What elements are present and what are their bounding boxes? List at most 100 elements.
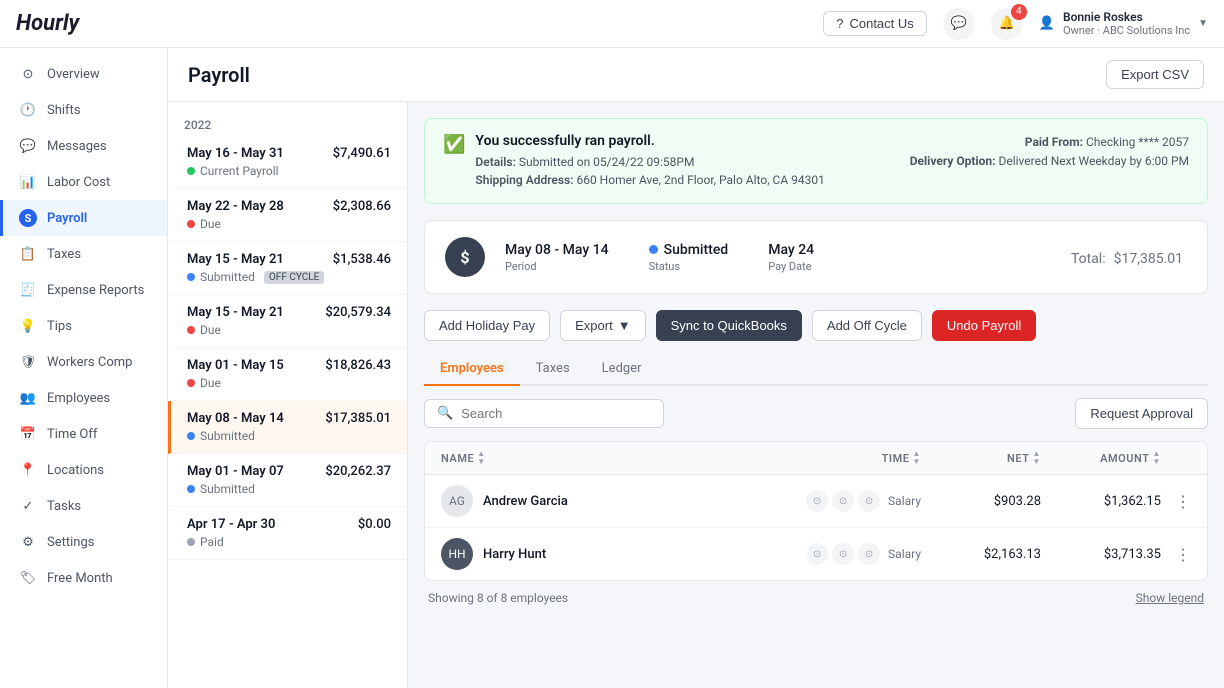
chevron-down-icon: ▼ [1198,18,1208,29]
search-wrap[interactable]: 🔍 [424,399,664,428]
show-legend-link[interactable]: Show legend [1136,591,1204,605]
sidebar-item-time-off[interactable]: 📅 Time Off [0,416,167,452]
sidebar-item-settings[interactable]: ⚙ Settings [0,524,167,560]
payroll-item[interactable]: May 15 - May 21 $20,579.34 Due [168,295,407,348]
sidebar-item-taxes[interactable]: 📋 Taxes [0,236,167,272]
nav-right: ? Contact Us 💬 🔔 4 👤 Bonnie Roskes Owner… [823,8,1208,40]
sidebar-item-tasks[interactable]: ✓ Tasks [0,488,167,524]
payroll-item[interactable]: May 01 - May 07 $20,262.37 Submitted [168,454,407,507]
export-button[interactable]: Export ▼ [560,310,645,341]
sidebar-item-labor-cost[interactable]: 📊 Labor Cost [0,164,167,200]
table-footer: Showing 8 of 8 employees Show legend [424,581,1208,615]
chat-icon: 💬 [951,16,967,31]
payroll-item[interactable]: May 15 - May 21 $1,538.46 Submitted OFF … [168,242,407,295]
success-content: You successfully ran payroll. Details: S… [475,133,824,189]
export-csv-button[interactable]: Export CSV [1106,60,1204,89]
tab-ledger[interactable]: Ledger [586,353,658,386]
action-dot-2[interactable]: ⊙ [832,490,854,512]
payroll-item[interactable]: May 16 - May 31 $7,490.61 Current Payrol… [168,136,407,189]
sidebar: ⊙ Overview 🕐 Shifts 💬 Messages 📊 Labor C… [0,48,168,688]
amount-cell: $1,362.15 [1041,494,1161,509]
three-dots-icon[interactable]: ⋮ [1175,492,1191,511]
search-request-row: 🔍 Request Approval [424,398,1208,429]
workers-comp-icon: 🛡 [19,353,37,371]
search-input[interactable] [461,406,651,421]
sidebar-item-tips[interactable]: 💡 Tips [0,308,167,344]
payroll-status: Due [187,376,391,390]
sidebar-item-overview[interactable]: ⊙ Overview [0,56,167,92]
payroll-item[interactable]: May 22 - May 28 $2,308.66 Due [168,189,407,242]
off-cycle-badge: OFF CYCLE [264,271,324,284]
request-approval-button[interactable]: Request Approval [1075,398,1208,429]
employee-name-cell: HH Harry Hunt [441,538,801,570]
payroll-total: Total: $17,385.01 [1071,248,1187,267]
payroll-item-header: May 01 - May 07 $20,262.37 [187,464,391,479]
sidebar-item-messages[interactable]: 💬 Messages [0,128,167,164]
action-dot-2[interactable]: ⊙ [832,543,854,565]
undo-payroll-button[interactable]: Undo Payroll [932,310,1036,341]
action-dot-3[interactable]: ⊙ [858,490,880,512]
col-header-amount: Amount ▲▼ [1041,450,1161,466]
action-bar: Add Holiday Pay Export ▼ Sync to QuickBo… [424,310,1208,341]
action-dot-1[interactable]: ⊙ [806,490,828,512]
payroll-status: Due [187,323,391,337]
payroll-item-header: May 16 - May 31 $7,490.61 [187,146,391,161]
status-dot-red [187,379,195,387]
settings-icon: ⚙ [19,533,37,551]
user-menu[interactable]: 👤 Bonnie Roskes Owner · ABC Solutions In… [1039,10,1208,37]
add-holiday-pay-button[interactable]: Add Holiday Pay [424,310,550,341]
app-logo: Hourly [16,11,79,36]
payroll-item-header: May 08 - May 14 $17,385.01 [187,411,391,426]
notifications-button[interactable]: 🔔 4 [991,8,1023,40]
sync-quickbooks-button[interactable]: Sync to QuickBooks [656,310,802,341]
status-dot-blue [187,273,195,281]
page-title: Payroll [188,63,250,87]
sidebar-item-free-month[interactable]: 🏷 Free Month [0,560,167,596]
info-section-status: Submitted Status [649,242,729,273]
payroll-info-card: $ May 08 - May 14 Period Submitted Statu… [424,220,1208,294]
tab-employees[interactable]: Employees [424,353,520,386]
status-dot-blue [187,432,195,440]
sidebar-item-shifts[interactable]: 🕐 Shifts [0,92,167,128]
showing-count: Showing 8 of 8 employees [428,591,568,605]
payroll-status: Current Payroll [187,164,391,178]
payroll-icon: S [19,209,37,227]
tab-taxes[interactable]: Taxes [520,353,586,386]
row-menu[interactable]: ⋮ [1161,545,1191,564]
sidebar-item-workers-comp[interactable]: 🛡 Workers Comp [0,344,167,380]
messages-nav-button[interactable]: 💬 [943,8,975,40]
info-status: Submitted [649,242,729,258]
payroll-item[interactable]: May 01 - May 15 $18,826.43 Due [168,348,407,401]
sort-arrows-name[interactable]: ▲▼ [477,450,485,466]
row-menu[interactable]: ⋮ [1161,492,1191,511]
success-details: Details: Submitted on 05/24/22 09:58PM S… [475,153,824,189]
sort-arrows-net[interactable]: ▲▼ [1033,450,1041,466]
payroll-item-active[interactable]: May 08 - May 14 $17,385.01 Submitted [168,401,407,454]
amount-cell: $3,713.35 [1041,547,1161,562]
table-row: HH Harry Hunt ⊙ ⊙ ⊙ Salary $ [425,528,1207,580]
employees-table: Name ▲▼ Time ▲▼ Net ▲▼ Amount [424,441,1208,581]
sidebar-item-employees[interactable]: 👥 Employees [0,380,167,416]
col-header-time: Time ▲▼ [801,450,921,466]
info-sections: May 08 - May 14 Period Submitted Status … [505,242,1051,273]
sidebar-item-expense-reports[interactable]: 🧾 Expense Reports [0,272,167,308]
payroll-status: Submitted [187,482,391,496]
sidebar-item-payroll[interactable]: S Payroll [0,200,167,236]
add-off-cycle-button[interactable]: Add Off Cycle [812,310,922,341]
action-dot-1[interactable]: ⊙ [806,543,828,565]
three-dots-icon[interactable]: ⋮ [1175,545,1191,564]
main-content: Payroll Export CSV 2022 May 16 - May 31 … [168,48,1224,688]
split-layout: 2022 May 16 - May 31 $7,490.61 Current P… [168,102,1224,688]
year-label: 2022 [168,110,407,136]
contact-us-button[interactable]: ? Contact Us [823,11,927,36]
sidebar-item-locations[interactable]: 📍 Locations [0,452,167,488]
expense-reports-icon: 🧾 [19,281,37,299]
payroll-item[interactable]: Apr 17 - Apr 30 $0.00 Paid [168,507,407,560]
payroll-item-header: May 15 - May 21 $20,579.34 [187,305,391,320]
success-banner: ✅ You successfully ran payroll. Details:… [424,118,1208,204]
sort-arrows-amount[interactable]: ▲▼ [1153,450,1161,466]
sort-arrows-time[interactable]: ▲▼ [913,450,921,466]
action-dot-3[interactable]: ⊙ [858,543,880,565]
body-wrap: ⊙ Overview 🕐 Shifts 💬 Messages 📊 Labor C… [0,48,1224,688]
status-dot-green [187,167,195,175]
